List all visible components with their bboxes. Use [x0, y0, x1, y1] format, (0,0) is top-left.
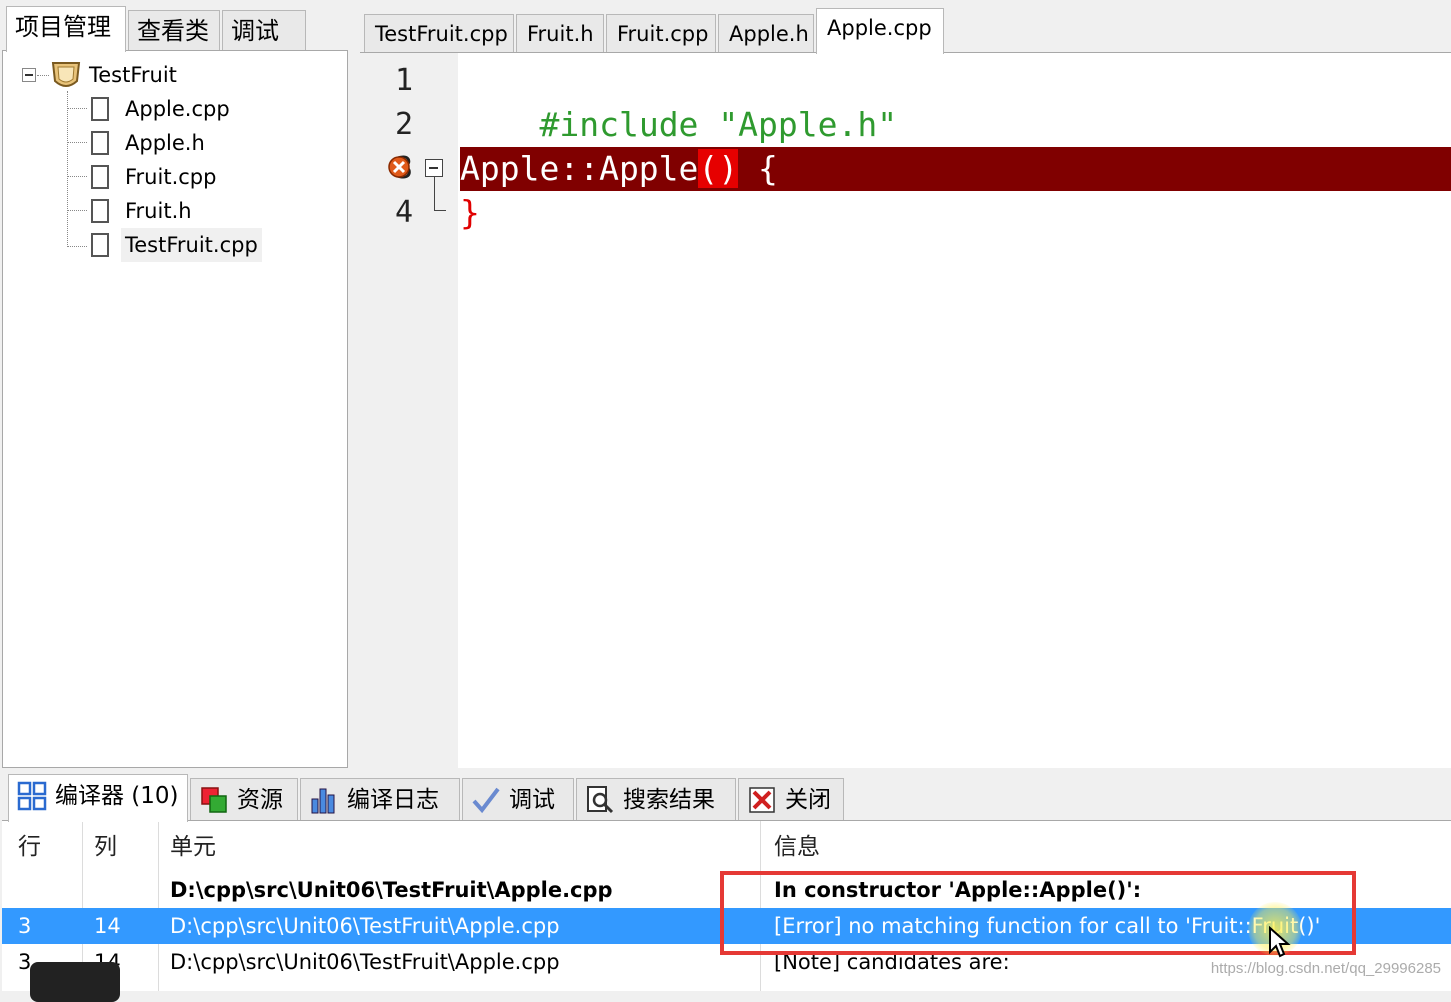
tree-item-fruit-cpp[interactable]: Fruit.cpp	[125, 160, 216, 194]
row-column: 14	[94, 914, 121, 938]
tab-fruit-cpp[interactable]: Fruit.cpp	[606, 14, 716, 52]
code-line-1: #include "Apple.h"	[460, 59, 1451, 144]
tab-close-label: 关闭	[785, 787, 831, 813]
tab-apple-cpp[interactable]: Apple.cpp	[816, 8, 944, 54]
file-icon	[91, 131, 109, 155]
tree-item-fruit-h[interactable]: Fruit.h	[125, 194, 192, 228]
close-brace: }	[460, 193, 480, 232]
editor-tabs: TestFruit.cpp Fruit.h Fruit.cpp Apple.h …	[360, 6, 1451, 54]
project-tree: TestFruit Apple.cpp Apple.h Fruit.cpp Fr…	[2, 50, 348, 768]
tab-debug[interactable]: 调试	[222, 10, 306, 50]
column-header-line[interactable]: 行	[18, 829, 41, 865]
checkmark-icon	[472, 787, 500, 814]
tab-search-results-label: 搜索结果	[623, 787, 715, 813]
project-icon	[51, 62, 81, 87]
line-number: 1	[394, 63, 414, 98]
mouse-pointer-icon	[1269, 926, 1291, 958]
column-header-column[interactable]: 列	[94, 829, 117, 865]
tree-item-apple-h[interactable]: Apple.h	[125, 126, 205, 160]
tab-compiler[interactable]: 编译器 (10)	[8, 774, 188, 822]
row-unit: D:\cpp\src\Unit06\TestFruit\Apple.cpp	[170, 950, 560, 974]
error-marker-icon	[388, 156, 410, 178]
tab-resources[interactable]: 资源	[190, 778, 298, 820]
tab-class-view[interactable]: 查看类	[128, 10, 220, 50]
tab-fruit-h[interactable]: Fruit.h	[516, 14, 604, 52]
tab-testfruit-cpp[interactable]: TestFruit.cpp	[364, 14, 514, 52]
file-icon	[91, 233, 109, 257]
row-unit: D:\cpp\src\Unit06\TestFruit\Apple.cpp	[170, 914, 560, 938]
search-document-icon	[587, 786, 614, 814]
constructor-name: Apple::Apple	[460, 149, 699, 188]
line-number: 2	[394, 107, 414, 142]
column-header-unit[interactable]: 单元	[170, 829, 216, 865]
tab-compile-log-label: 编译日志	[347, 787, 439, 813]
row-line: 3	[18, 914, 32, 938]
file-icon	[91, 165, 109, 189]
tab-search-results[interactable]: 搜索结果	[576, 778, 736, 820]
fold-toggle-icon[interactable]	[425, 159, 443, 177]
file-icon	[91, 97, 109, 121]
constructor-parens: ()	[698, 149, 739, 188]
column-header-message[interactable]: 信息	[774, 829, 820, 865]
collapse-toggle-icon[interactable]	[22, 68, 36, 82]
fold-line	[434, 177, 446, 211]
resources-icon	[201, 787, 227, 813]
tab-project-manager[interactable]: 项目管理	[6, 6, 126, 52]
row-unit: D:\cpp\src\Unit06\TestFruit\Apple.cpp	[170, 878, 613, 902]
tab-debug-output[interactable]: 调试	[462, 778, 574, 820]
tab-compiler-label: 编译器 (10)	[55, 783, 179, 809]
tree-item-apple-cpp[interactable]: Apple.cpp	[125, 92, 230, 126]
tab-debug-output-label: 调试	[509, 787, 555, 813]
line-number: 4	[394, 195, 414, 230]
bottom-panel-tabs: 编译器 (10) 资源 编译日志 调试 搜索结果 关闭	[2, 772, 1451, 822]
tab-apple-h[interactable]: Apple.h	[718, 14, 814, 52]
tab-compile-log[interactable]: 编译日志	[300, 778, 460, 820]
project-panel-tabs: 项目管理 查看类 调试	[2, 6, 348, 52]
file-icon	[91, 199, 109, 223]
watermark: https://blog.csdn.net/qq_29996285	[1210, 960, 1441, 977]
tab-close[interactable]: 关闭	[738, 778, 844, 820]
open-brace: {	[758, 149, 778, 188]
bar-chart-icon	[311, 788, 335, 814]
code-editor[interactable]: 1 2 3 4 #include "Apple.h" Apple::Apple(…	[360, 52, 1451, 768]
tree-root-testfruit[interactable]: TestFruit	[89, 58, 177, 92]
video-control-button[interactable]	[30, 962, 120, 1002]
code-line-3-error: Apple::Apple() {	[460, 147, 1451, 191]
close-icon	[749, 787, 775, 813]
tree-item-testfruit-cpp[interactable]: TestFruit.cpp	[121, 228, 262, 262]
code-line-4: }	[460, 191, 1451, 235]
grid-icon	[17, 781, 47, 811]
tab-resources-label: 资源	[237, 787, 283, 813]
